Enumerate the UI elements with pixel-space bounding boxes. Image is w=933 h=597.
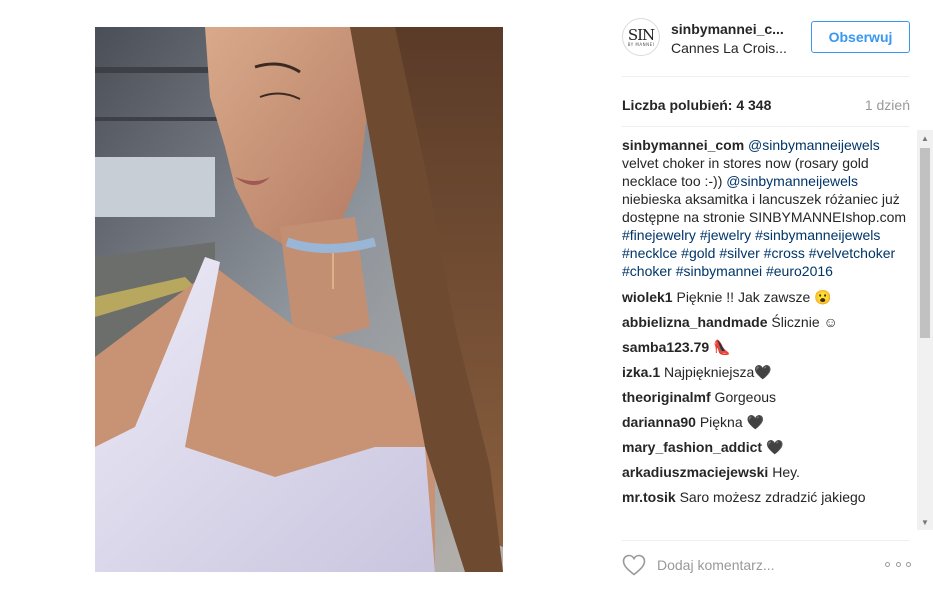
comment-item: theoriginalmf Gorgeous — [622, 388, 910, 406]
comment-item: samba123.79 👠 — [622, 338, 910, 356]
comment-items: wiolek1 Pięknie !! Jak zawsze 😮 abbielizn… — [622, 288, 910, 506]
hashtag-link[interactable]: #finejewelry — [622, 227, 696, 243]
post-location[interactable]: Cannes La Crois... — [671, 40, 795, 56]
hashtag-link[interactable]: #sinbymanneijewels — [755, 227, 880, 243]
comment-username[interactable]: darianna90 — [622, 414, 696, 430]
more-options-icon[interactable] — [885, 558, 911, 570]
scroll-up-arrow-icon[interactable]: ▲ — [917, 130, 933, 146]
avatar-subtext: BY MANNEI — [627, 41, 655, 47]
comment-username[interactable]: theoriginalmf — [622, 389, 711, 405]
comment-item: izka.1 Najpiękniejsza🖤 — [622, 363, 910, 381]
footer-divider — [622, 540, 910, 541]
hashtag-link[interactable]: #euro2016 — [766, 263, 833, 279]
comment-username[interactable]: samba123.79 — [622, 339, 709, 355]
hashtag-link[interactable]: #gold — [681, 245, 715, 261]
likes-divider — [622, 126, 910, 127]
comment-text: Saro możesz zdradzić jakiego — [675, 489, 866, 505]
add-comment-input[interactable] — [657, 553, 857, 577]
photo-illustration — [95, 27, 503, 572]
comment-text: Hey. — [768, 464, 800, 480]
comment-username[interactable]: mary_fashion_addict — [622, 439, 762, 455]
comment-text: Ślicznie ☺ — [767, 314, 838, 330]
comment-text: Najpiękniejsza🖤 — [660, 364, 772, 380]
hashtag-link[interactable]: #jewelry — [700, 227, 751, 243]
comment-item: abbielizna_handmade Ślicznie ☺ — [622, 313, 910, 331]
comment-username[interactable]: mr.tosik — [622, 489, 676, 505]
comment-username[interactable]: abbielizna_handmade — [622, 314, 767, 330]
post-header: SIN BY MANNEI sinbymannei_c... Cannes La… — [622, 18, 910, 60]
header-divider — [622, 76, 910, 77]
post-caption: sinbymannei_com @sinbymanneijewels velve… — [622, 136, 910, 280]
caption-text: @sinbymanneijewels velvet choker in stor… — [622, 137, 906, 279]
comment-text: Piękna 🖤 — [695, 414, 764, 430]
comment-text: 🖤 — [762, 439, 784, 455]
likes-row: Liczba polubień: 4 348 1 dzień — [622, 97, 910, 115]
caption-text-segment: niebieska aksamitka i lancuszek różaniec… — [622, 191, 907, 225]
comments-scrollbar[interactable]: ▲ ▼ — [917, 130, 933, 530]
comment-username[interactable]: wiolek1 — [622, 289, 673, 305]
scrollbar-thumb[interactable] — [920, 148, 930, 338]
post-side-panel: SIN BY MANNEI sinbymannei_c... Cannes La… — [622, 0, 933, 597]
avatar-monogram: SIN — [627, 25, 655, 44]
comment-text: Pięknie !! Jak zawsze 😮 — [672, 289, 832, 305]
comment-item: mr.tosik Saro możesz zdradzić jakiego — [622, 488, 910, 506]
hashtag-link[interactable]: #sinbymannei — [676, 263, 762, 279]
avatar[interactable]: SIN BY MANNEI — [622, 18, 660, 56]
author-username[interactable]: sinbymannei_c... — [671, 21, 791, 37]
hashtag-link[interactable]: #silver — [719, 245, 759, 261]
post-time[interactable]: 1 dzień — [865, 97, 910, 113]
comment-item: arkadiuszmaciejewski Hey. — [622, 463, 910, 481]
comment-text: Gorgeous — [710, 389, 777, 405]
comment-item: darianna90 Piękna 🖤 — [622, 413, 910, 431]
mention-link[interactable]: @sinbymanneijewels — [726, 173, 858, 189]
heart-icon[interactable] — [622, 554, 646, 576]
comment-item: mary_fashion_addict 🖤 — [622, 438, 910, 456]
comment-username[interactable]: arkadiuszmaciejewski — [622, 464, 768, 480]
comment-item: wiolek1 Pięknie !! Jak zawsze 😮 — [622, 288, 910, 306]
hashtag-link[interactable]: #necklce — [622, 245, 677, 261]
post-dialog: SIN BY MANNEI sinbymannei_c... Cannes La… — [0, 0, 933, 597]
mention-link[interactable]: @sinbymanneijewels — [748, 137, 880, 153]
comment-username[interactable]: izka.1 — [622, 364, 660, 380]
scroll-down-arrow-icon[interactable]: ▼ — [917, 514, 933, 530]
likes-count[interactable]: Liczba polubień: 4 348 — [622, 97, 771, 113]
hashtag-link[interactable]: #choker — [622, 263, 672, 279]
post-photo[interactable] — [95, 27, 503, 572]
comment-text: 👠 — [709, 339, 731, 355]
hashtag-link[interactable]: #cross — [764, 245, 805, 261]
comments-list[interactable]: sinbymannei_com @sinbymanneijewels velve… — [622, 136, 910, 530]
hashtag-link[interactable]: #velvetchoker — [809, 245, 895, 261]
caption-username[interactable]: sinbymannei_com — [622, 137, 744, 153]
follow-button[interactable]: Obserwuj — [811, 21, 910, 53]
comment-footer — [622, 552, 911, 580]
